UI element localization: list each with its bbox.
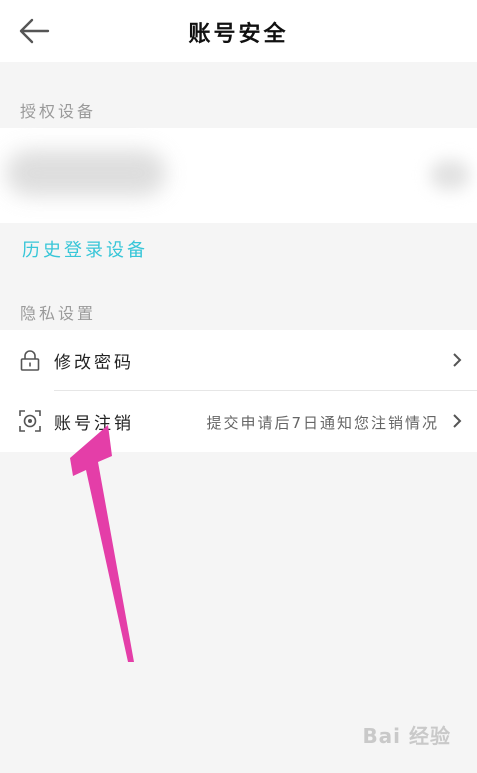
top-bar: 账号安全	[0, 0, 477, 62]
section-title-authorized-devices: 授权设备	[20, 102, 97, 121]
change-password-row[interactable]: 修改密码	[0, 330, 477, 391]
section-title-privacy: 隐私设置	[20, 304, 97, 323]
lock-icon	[20, 350, 40, 371]
authorized-device-item[interactable]	[0, 128, 477, 223]
blurred-device-info	[6, 150, 166, 196]
cancel-account-label: 账号注销	[54, 414, 134, 434]
history-login-devices-link[interactable]: 历史登录设备	[22, 236, 148, 262]
chevron-right-icon	[453, 353, 462, 367]
change-password-label: 修改密码	[54, 353, 134, 373]
watermark: Bai 经验	[362, 724, 451, 748]
cancel-account-hint: 提交申请后7日通知您注销情况	[206, 414, 439, 432]
chevron-right-icon	[453, 414, 462, 428]
cancel-account-row[interactable]: 账号注销 提交申请后7日通知您注销情况	[0, 391, 477, 452]
face-scan-icon	[19, 410, 41, 432]
page-title: 账号安全	[188, 22, 289, 47]
blurred-device-detail	[430, 160, 470, 190]
